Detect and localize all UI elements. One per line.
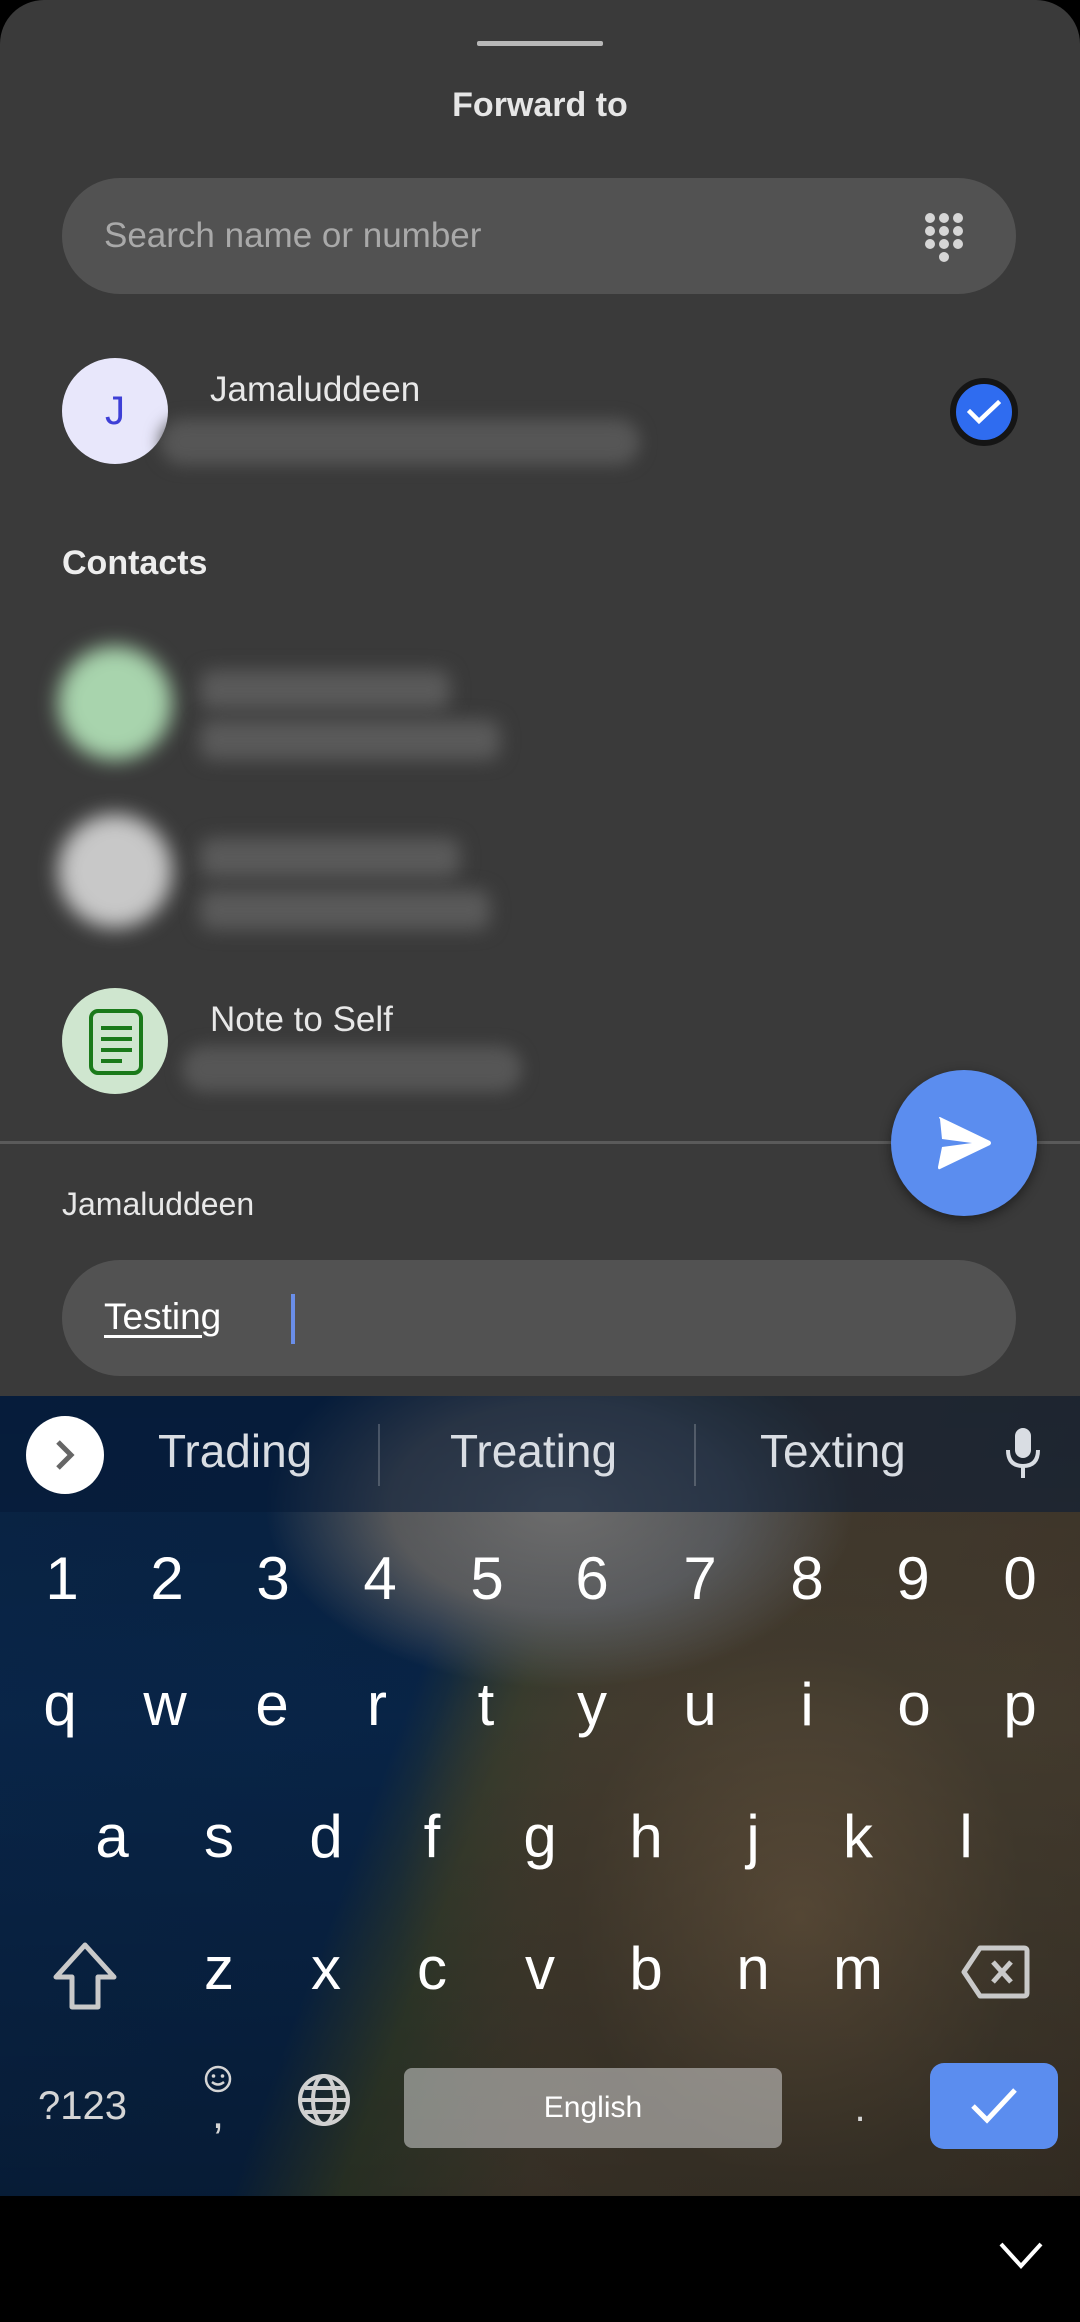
drag-handle[interactable] <box>477 41 603 46</box>
key-u[interactable]: u <box>660 1670 740 1739</box>
forward-sheet: Forward to J Jamaluddeen Contacts <box>0 0 1080 1396</box>
chevron-right-icon <box>56 1440 75 1470</box>
redacted-phone-number <box>182 1046 522 1092</box>
key-y[interactable]: y <box>552 1670 632 1739</box>
key-v[interactable]: v <box>500 1934 580 2003</box>
send-icon <box>938 1117 991 1170</box>
key-9[interactable]: 9 <box>873 1544 953 1613</box>
key-s[interactable]: s <box>179 1802 259 1871</box>
key-8[interactable]: 8 <box>767 1544 847 1613</box>
note-icon <box>89 1009 143 1075</box>
key-r[interactable]: r <box>337 1670 417 1739</box>
suggestion-divider <box>694 1424 696 1486</box>
keyboard: Trading Treating Texting 1 2 3 4 5 6 7 8… <box>0 1396 1080 2196</box>
suggestion-bar: Trading Treating Texting <box>0 1396 1080 1512</box>
text-cursor <box>291 1294 295 1344</box>
suggestion-3[interactable]: Texting <box>760 1424 906 1478</box>
avatar <box>62 988 168 1094</box>
send-button[interactable] <box>891 1070 1037 1216</box>
redacted-contact-name <box>200 670 450 710</box>
check-icon <box>967 399 1001 425</box>
navigation-bar <box>0 2196 1080 2322</box>
key-j[interactable]: j <box>713 1802 793 1871</box>
contacts-section-header: Contacts <box>62 544 208 582</box>
globe-icon[interactable] <box>296 2072 352 2128</box>
key-n[interactable]: n <box>713 1934 793 2003</box>
contact-name: Jamaluddeen <box>210 370 421 409</box>
key-a[interactable]: a <box>72 1802 152 1871</box>
key-z[interactable]: z <box>179 1934 259 2003</box>
period-key[interactable]: . <box>840 2086 880 2131</box>
key-0[interactable]: 0 <box>980 1544 1060 1613</box>
key-f[interactable]: f <box>392 1802 472 1871</box>
key-q[interactable]: q <box>20 1670 100 1739</box>
avatar <box>58 646 172 760</box>
key-b[interactable]: b <box>606 1934 686 2003</box>
key-w[interactable]: w <box>125 1670 205 1739</box>
redacted-contact-number <box>200 890 490 930</box>
key-h[interactable]: h <box>606 1802 686 1871</box>
key-d[interactable]: d <box>286 1802 366 1871</box>
key-6[interactable]: 6 <box>552 1544 632 1613</box>
key-3[interactable]: 3 <box>233 1544 313 1613</box>
recipients-label: Jamaluddeen <box>62 1186 255 1222</box>
redacted-phone-number <box>160 419 640 465</box>
microphone-icon[interactable] <box>1004 1426 1042 1480</box>
shift-icon[interactable] <box>52 1941 118 2011</box>
contact-name: Note to Self <box>210 1000 393 1039</box>
contact-row[interactable] <box>0 808 1080 938</box>
check-icon <box>971 2088 1017 2124</box>
key-m[interactable]: m <box>818 1934 898 2003</box>
key-k[interactable]: k <box>818 1802 898 1871</box>
symbols-key[interactable]: ?123 <box>38 2084 127 2129</box>
message-text: Testing <box>104 1296 222 1337</box>
sheet-title: Forward to <box>452 86 628 124</box>
key-l[interactable]: l <box>926 1802 1006 1871</box>
key-g[interactable]: g <box>500 1802 580 1871</box>
key-t[interactable]: t <box>446 1670 526 1739</box>
key-2[interactable]: 2 <box>127 1544 207 1613</box>
key-5[interactable]: 5 <box>447 1544 527 1613</box>
key-1[interactable]: 1 <box>22 1544 102 1613</box>
suggestion-divider <box>378 1424 380 1486</box>
dialpad-icon[interactable] <box>924 212 964 262</box>
redacted-contact-name <box>200 838 460 878</box>
contact-row[interactable] <box>0 640 1080 770</box>
search-bar <box>62 178 1016 294</box>
selected-checkbox[interactable] <box>950 378 1018 446</box>
search-input[interactable] <box>104 178 904 294</box>
key-c[interactable]: c <box>392 1934 472 2003</box>
key-x[interactable]: x <box>286 1934 366 2003</box>
selected-contact-row[interactable]: J Jamaluddeen <box>0 355 1080 475</box>
comma-emoji-key[interactable]: , <box>196 2064 240 2138</box>
key-7[interactable]: 7 <box>660 1544 740 1613</box>
key-e[interactable]: e <box>232 1670 312 1739</box>
key-o[interactable]: o <box>874 1670 954 1739</box>
key-4[interactable]: 4 <box>340 1544 420 1613</box>
key-p[interactable]: p <box>980 1670 1060 1739</box>
space-bar[interactable]: English <box>404 2068 782 2148</box>
avatar <box>58 814 172 928</box>
redacted-contact-number <box>200 720 500 760</box>
key-i[interactable]: i <box>767 1670 847 1739</box>
hide-keyboard-chevron-icon[interactable] <box>998 2240 1044 2270</box>
comma-label: , <box>211 2089 225 2138</box>
message-input[interactable]: Testing <box>62 1260 1016 1376</box>
backspace-icon[interactable] <box>960 1944 1030 2000</box>
enter-key[interactable] <box>930 2063 1058 2149</box>
toolbar-expand-button[interactable] <box>26 1416 104 1494</box>
avatar: J <box>62 358 168 464</box>
suggestion-2[interactable]: Treating <box>450 1424 617 1478</box>
suggestion-1[interactable]: Trading <box>158 1424 312 1478</box>
